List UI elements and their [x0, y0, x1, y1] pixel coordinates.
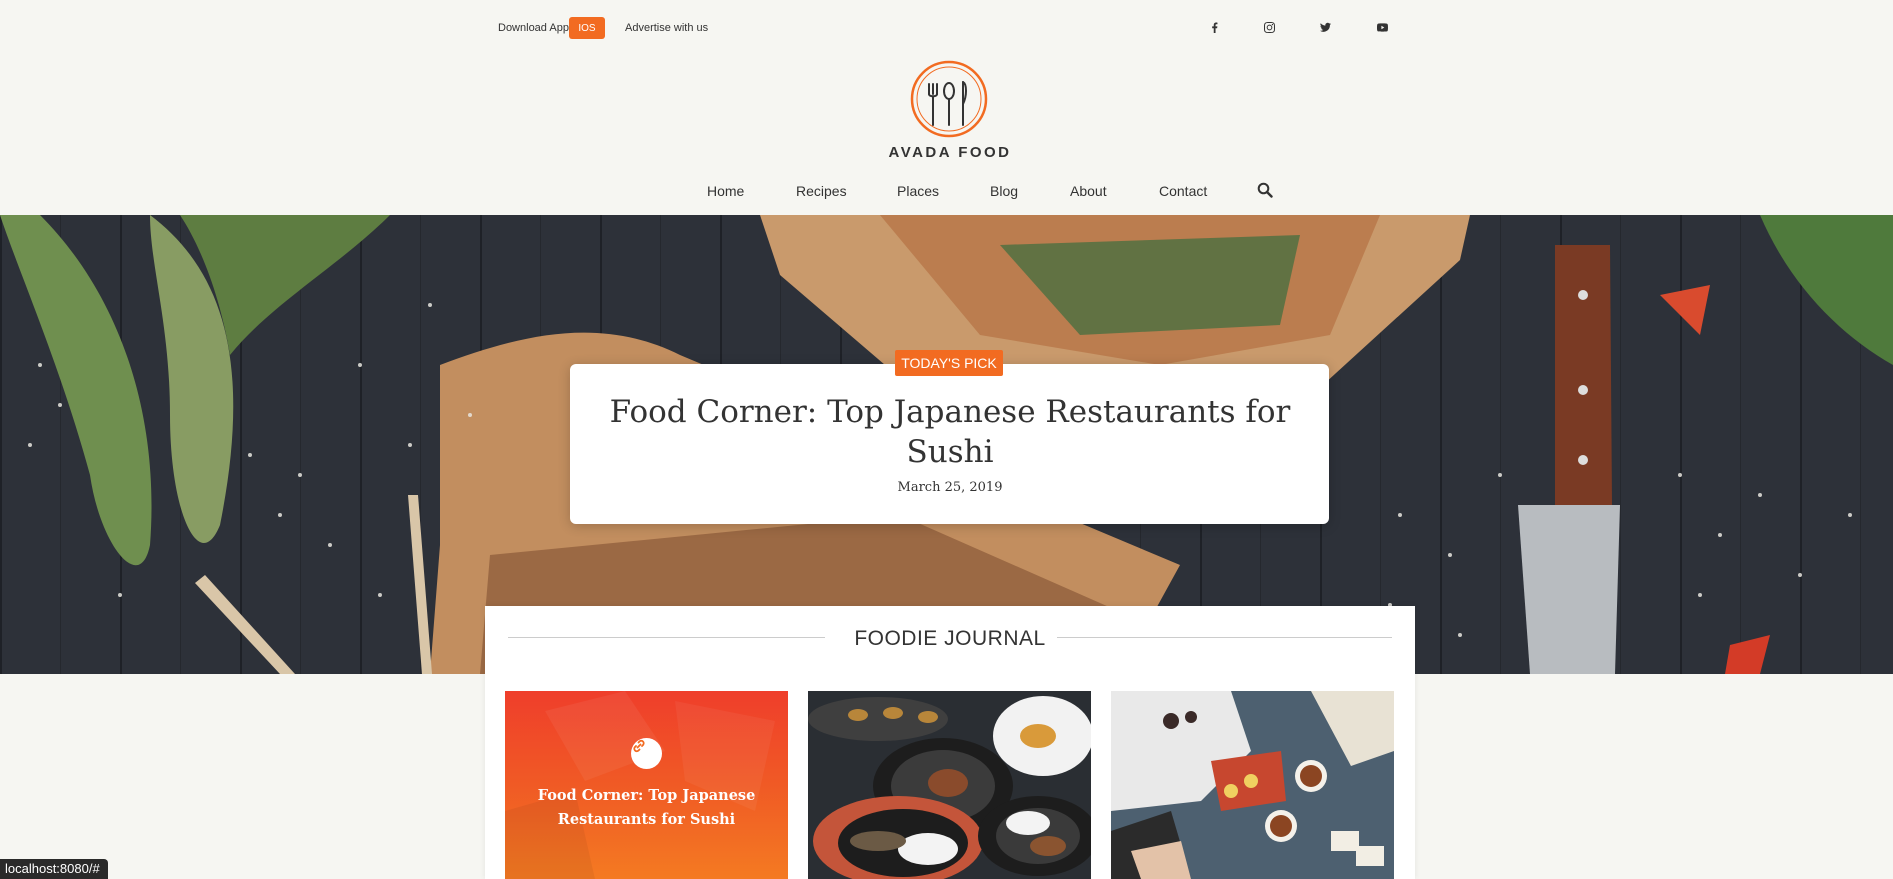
logo-text[interactable]: AVADA FOOD: [880, 144, 1020, 161]
twitter-icon[interactable]: [1314, 16, 1336, 38]
download-app-label: Download App: [498, 22, 569, 34]
browser-status-url: localhost:8080/#: [0, 859, 108, 879]
journal-card-2[interactable]: [808, 691, 1091, 879]
search-icon[interactable]: [1257, 182, 1273, 198]
todays-pick-date: March 25, 2019: [897, 480, 1003, 495]
nav-recipes[interactable]: Recipes: [796, 183, 847, 199]
journal-card-1-title[interactable]: Food Corner: Top Japanese Restaurants fo…: [535, 784, 758, 832]
logo-mark[interactable]: [910, 60, 988, 138]
ios-button[interactable]: IOS: [569, 17, 605, 39]
link-icon[interactable]: [631, 738, 662, 769]
nav-blog[interactable]: Blog: [990, 183, 1018, 199]
journal-card-1[interactable]: Food Corner: Top Japanese Restaurants fo…: [505, 691, 788, 879]
food-plates-image: [808, 691, 1091, 879]
nav-places[interactable]: Places: [897, 183, 939, 199]
nav-contact[interactable]: Contact: [1159, 183, 1207, 199]
nav-home[interactable]: Home: [707, 183, 744, 199]
breakfast-table-image: [1111, 691, 1394, 879]
journal-card-3[interactable]: [1111, 691, 1394, 879]
advertise-link[interactable]: Advertise with us: [625, 22, 708, 34]
foodie-journal-heading: FOODIE JOURNAL: [854, 627, 1046, 650]
instagram-icon[interactable]: [1258, 16, 1280, 38]
nav-about[interactable]: About: [1070, 183, 1107, 199]
youtube-icon[interactable]: [1371, 16, 1393, 38]
facebook-icon[interactable]: [1203, 16, 1225, 38]
todays-pick-badge: TODAY'S PICK: [895, 350, 1003, 376]
top-bar: Download App IOS Advertise with us: [0, 0, 1893, 56]
todays-pick-title[interactable]: Food Corner: Top Japanese Restaurants fo…: [600, 392, 1300, 472]
